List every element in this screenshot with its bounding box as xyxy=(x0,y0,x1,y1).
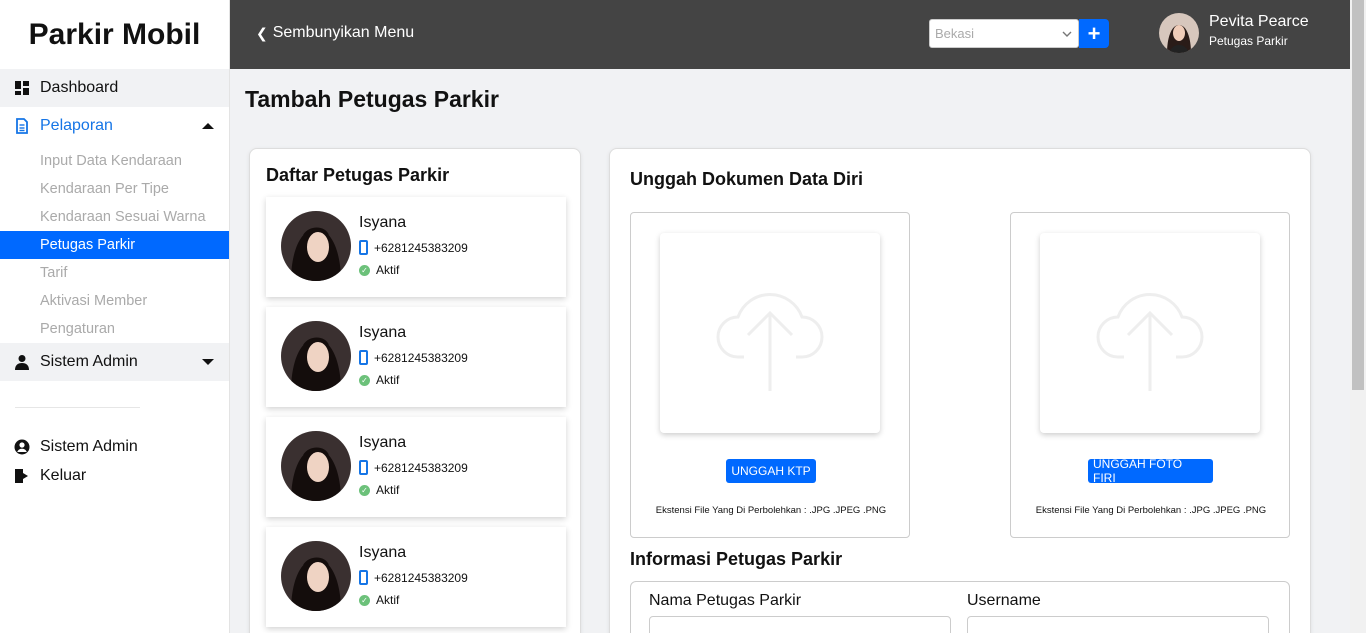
ktp-preview[interactable] xyxy=(660,233,880,433)
staff-status: ✓ Aktif xyxy=(359,483,399,497)
chevron-down-icon xyxy=(1062,31,1072,37)
name-field[interactable] xyxy=(649,616,951,633)
sub-item-tarif[interactable]: Tarif xyxy=(0,259,229,287)
staff-phone: +6281245383209 xyxy=(359,240,468,255)
cloud-upload-icon xyxy=(716,292,824,391)
nav-dashboard[interactable]: Dashboard xyxy=(0,69,229,107)
user-circle-icon xyxy=(14,439,30,454)
phone-icon xyxy=(359,240,368,255)
scrollbar-thumb[interactable] xyxy=(1352,0,1364,390)
staff-status: ✓ Aktif xyxy=(359,593,399,607)
staff-list-title: Daftar Petugas Parkir xyxy=(266,165,450,185)
user-icon xyxy=(15,355,29,370)
staff-avatar xyxy=(281,431,351,501)
chevron-left-icon: ❮ xyxy=(256,24,268,41)
staff-avatar xyxy=(281,321,351,391)
upload-ktp-button[interactable]: UNGGAH KTP xyxy=(726,459,816,483)
username-label: Username xyxy=(967,592,1041,609)
sub-item-kendaraan-tipe[interactable]: Kendaraan Per Tipe xyxy=(0,175,229,203)
phone-icon xyxy=(359,460,368,475)
check-circle-icon: ✓ xyxy=(359,484,370,496)
sub-item-aktivasi-member[interactable]: Aktivasi Member xyxy=(0,287,229,315)
staff-list-card: Daftar Petugas Parkir Isyana +6281245383… xyxy=(249,148,581,633)
avatar[interactable] xyxy=(1159,13,1199,53)
page-title: Tambah Petugas Parkir xyxy=(245,86,499,112)
upload-photo-button[interactable]: UNGGAH FOTO FIRI xyxy=(1088,457,1213,485)
document-icon xyxy=(16,118,28,134)
staff-name: Isyana xyxy=(359,434,407,451)
photo-preview[interactable] xyxy=(1040,233,1260,433)
list-item[interactable]: Isyana +6281245383209 ✓ Aktif xyxy=(266,417,566,517)
staff-phone-value: +6281245383209 xyxy=(374,570,468,585)
page-scrollbar[interactable] xyxy=(1350,0,1366,633)
nav-sistem-admin-profile[interactable]: Sistem Admin xyxy=(0,432,229,461)
upload-section-title: Unggah Dokumen Data Diri xyxy=(630,169,864,189)
sub-item-input-data[interactable]: Input Data Kendaraan xyxy=(0,147,229,175)
pelaporan-submenu: Input Data Kendaraan Kendaraan Per Tipe … xyxy=(0,145,229,343)
brand-title: Parkir Mobil xyxy=(28,17,201,51)
staff-avatar xyxy=(281,541,351,611)
staff-status-value: Aktif xyxy=(376,593,400,607)
sub-item-kendaraan-warna[interactable]: Kendaraan Sesuai Warna xyxy=(0,203,229,231)
staff-phone-value: +6281245383209 xyxy=(374,460,468,475)
check-circle-icon: ✓ xyxy=(359,264,370,276)
upload-photo-note: Ekstensi File Yang Di Perbolehkan : .JPG… xyxy=(1035,505,1267,516)
check-circle-icon: ✓ xyxy=(359,374,370,386)
sub-item-petugas-parkir[interactable]: Petugas Parkir xyxy=(0,231,229,259)
nav-pelaporan-label: Pelaporan xyxy=(40,117,113,134)
list-item[interactable]: Isyana +6281245383209 ✓ Aktif xyxy=(266,527,566,627)
nav-sistem-admin[interactable]: Sistem Admin xyxy=(0,343,229,381)
staff-status: ✓ Aktif xyxy=(359,263,399,277)
sub-item-pengaturan[interactable]: Pengaturan xyxy=(0,315,229,343)
staff-phone-value: +6281245383209 xyxy=(374,350,468,365)
list-item[interactable]: Isyana +6281245383209 ✓ Aktif xyxy=(266,307,566,407)
upload-ktp-note: Ekstensi File Yang Di Perbolehkan : .JPG… xyxy=(655,505,887,516)
phone-icon xyxy=(359,350,368,365)
caret-up-icon xyxy=(202,123,214,129)
staff-phone: +6281245383209 xyxy=(359,570,468,585)
staff-name: Isyana xyxy=(359,324,407,341)
dashboard-icon xyxy=(15,81,29,95)
user-role: Petugas Parkir xyxy=(1209,34,1288,48)
cloud-upload-icon xyxy=(1096,292,1204,391)
city-select-value: Bekasi xyxy=(935,26,975,41)
list-item[interactable]: Isyana +6281245383209 ✓ Aktif xyxy=(266,197,566,297)
info-form: Nama Petugas Parkir Username xyxy=(630,581,1290,633)
staff-status-value: Aktif xyxy=(376,373,400,387)
ktp-upload-box: UNGGAH KTP Ekstensi File Yang Di Perbole… xyxy=(630,212,910,538)
name-label: Nama Petugas Parkir xyxy=(649,592,802,609)
check-circle-icon: ✓ xyxy=(359,594,370,606)
sidebar: Parkir Mobil Dashboard Pelaporan Input D… xyxy=(0,0,230,633)
staff-avatar xyxy=(281,211,351,281)
nav-sistem-admin-label: Sistem Admin xyxy=(40,353,138,370)
staff-form-card: Unggah Dokumen Data Diri UNGGAH KTP Ekst… xyxy=(609,148,1311,633)
photo-upload-box: UNGGAH FOTO FIRI Ekstensi File Yang Di P… xyxy=(1010,212,1290,538)
hide-menu-label: Sembunyikan Menu xyxy=(272,24,415,41)
staff-status: ✓ Aktif xyxy=(359,373,399,387)
staff-name: Isyana xyxy=(359,214,407,231)
user-name: Pevita Pearce xyxy=(1209,13,1309,30)
add-city-button[interactable]: + xyxy=(1079,19,1109,48)
hide-menu-button[interactable]: ❮ Sembunyikan Menu xyxy=(256,24,414,42)
info-section-title: Informasi Petugas Parkir xyxy=(630,549,843,569)
nav-keluar[interactable]: Keluar xyxy=(0,461,229,490)
staff-status-value: Aktif xyxy=(376,483,400,497)
staff-phone: +6281245383209 xyxy=(359,460,468,475)
top-bar: ❮ Sembunyikan Menu Bekasi + Pevita Pearc… xyxy=(230,0,1350,69)
logout-icon xyxy=(15,468,28,483)
nav-sistem-admin-profile-label: Sistem Admin xyxy=(40,437,138,455)
staff-name: Isyana xyxy=(359,544,407,561)
city-select[interactable]: Bekasi xyxy=(929,19,1079,48)
nav-pelaporan[interactable]: Pelaporan xyxy=(0,107,229,145)
username-field[interactable] xyxy=(967,616,1269,633)
staff-status-value: Aktif xyxy=(376,263,400,277)
caret-down-icon xyxy=(202,359,214,365)
sidebar-divider xyxy=(15,407,140,408)
staff-phone: +6281245383209 xyxy=(359,350,468,365)
phone-icon xyxy=(359,570,368,585)
nav-dashboard-label: Dashboard xyxy=(40,79,119,96)
staff-phone-value: +6281245383209 xyxy=(374,240,468,255)
nav-keluar-label: Keluar xyxy=(40,466,87,484)
